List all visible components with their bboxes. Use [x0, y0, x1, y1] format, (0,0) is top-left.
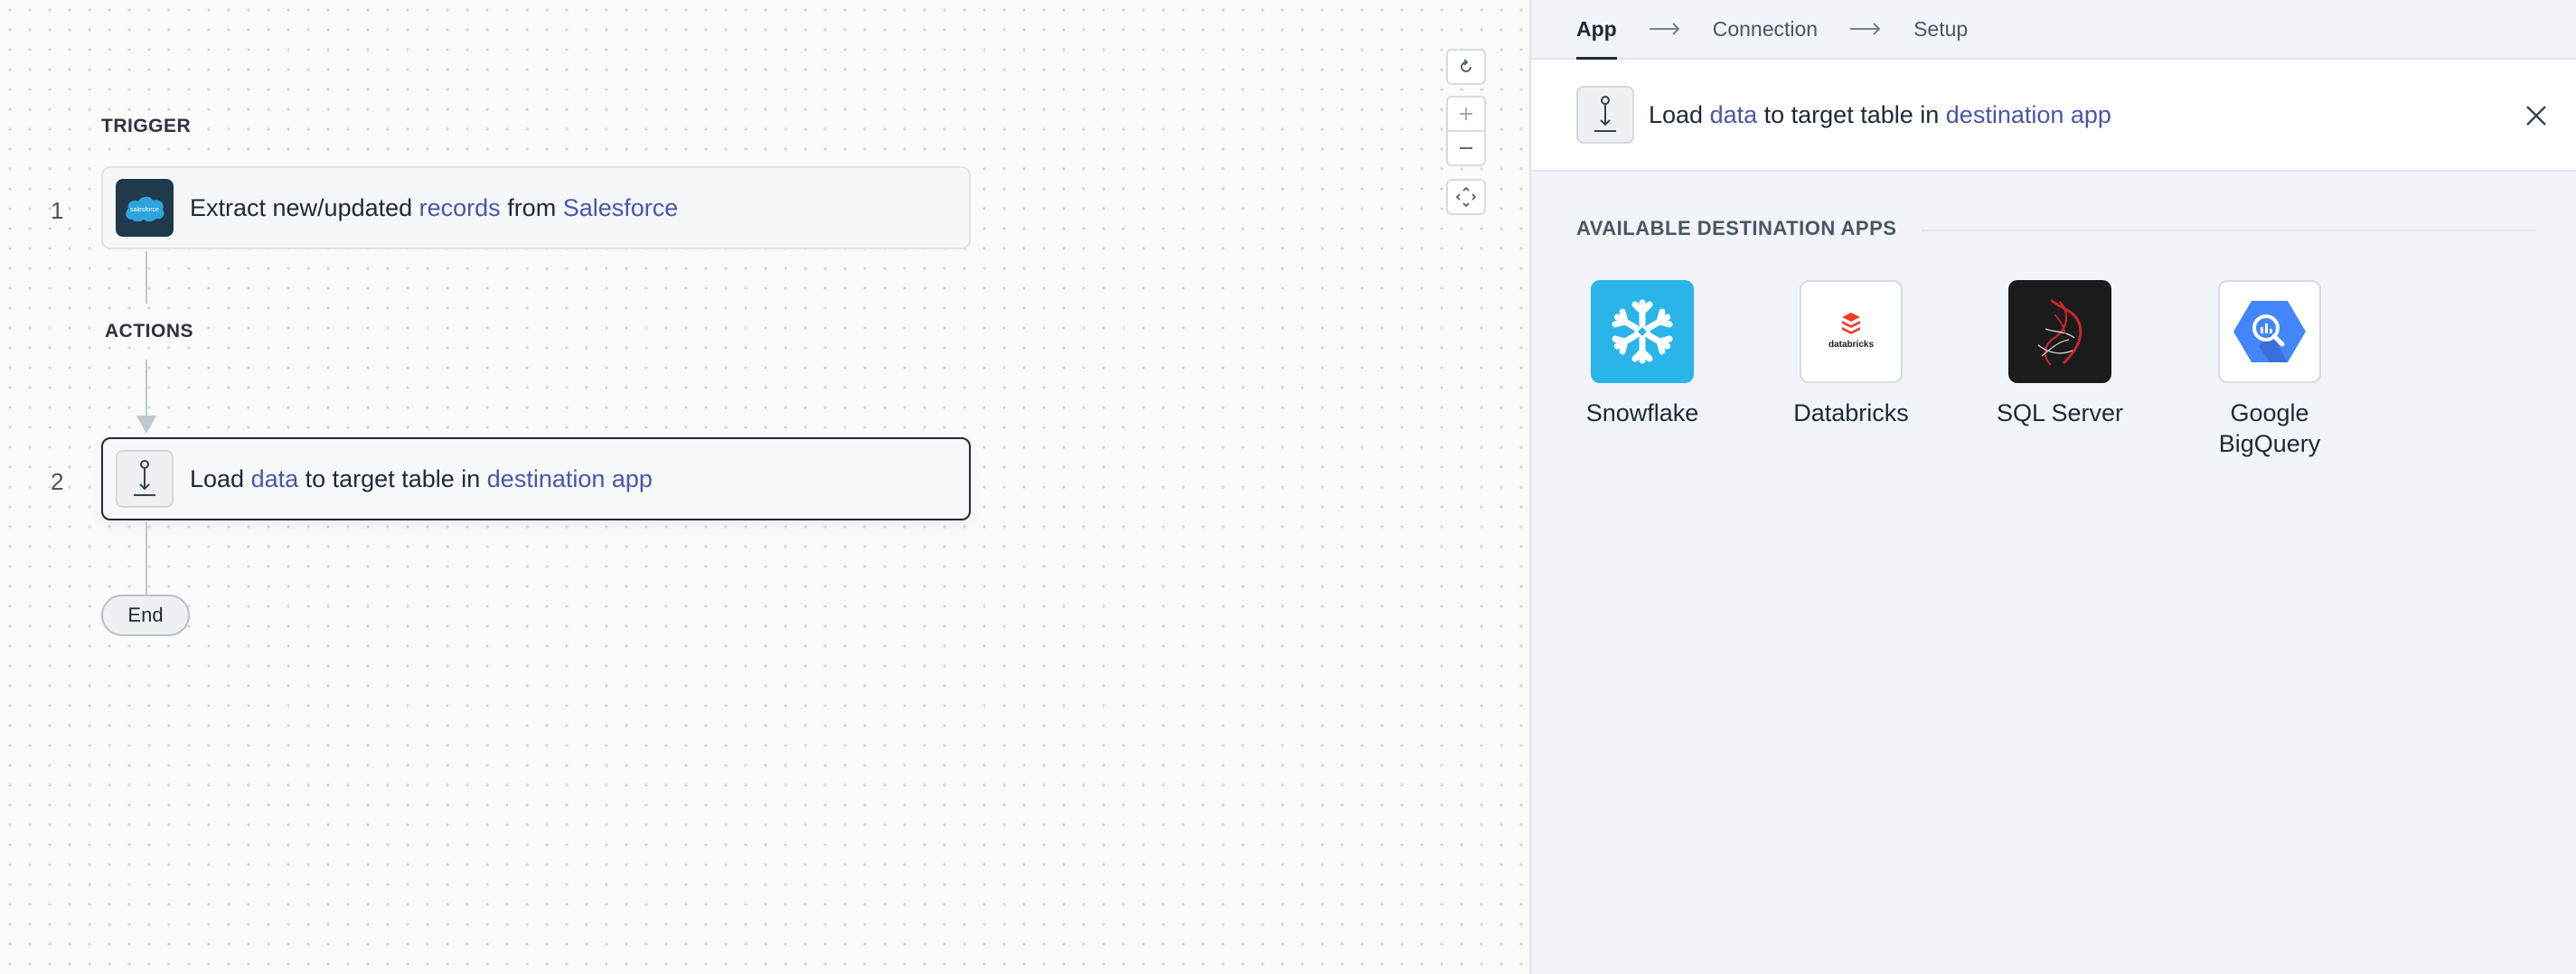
fit-view-icon [1456, 187, 1476, 207]
zoom-out-icon [1460, 147, 1472, 149]
trigger-step-card[interactable]: salesforce Extract new/updated records f… [101, 166, 971, 249]
step-number-1: 1 [51, 197, 64, 224]
connector-line [146, 522, 147, 595]
connector-line [146, 251, 147, 304]
wizard-step-app[interactable]: App [1576, 0, 1617, 61]
actions-label: ACTIONS [105, 321, 193, 342]
app-tile-sql-server[interactable]: SQL Server [1983, 280, 2137, 428]
action-step-text: Load data to target table in destination… [190, 464, 653, 492]
action-step-card[interactable]: Load data to target table in destination… [101, 437, 971, 520]
salesforce-logo-text: salesforce [130, 207, 159, 213]
reset-view-button[interactable] [1446, 49, 1486, 85]
destination-app-link[interactable]: destination app [487, 465, 653, 492]
salesforce-icon: salesforce [116, 179, 174, 237]
trigger-step-text: Extract new/updated records from Salesfo… [190, 193, 679, 221]
workflow-canvas[interactable]: TRIGGER 1 salesforce Extract new/updated… [0, 0, 1529, 974]
zoom-out-button[interactable] [1446, 130, 1486, 166]
available-apps-label: AVAILABLE DESTINATION APPS [1576, 217, 1897, 239]
close-icon [2526, 106, 2546, 126]
configuration-panel: App Connection Setup Load data to target… [1529, 0, 2576, 974]
panel-title: Load data to target table in destination… [1649, 100, 2111, 128]
connector-line [146, 360, 147, 417]
end-node[interactable]: End [101, 595, 190, 636]
load-icon [1576, 86, 1634, 144]
app-name: Databricks [1793, 399, 1909, 426]
destination-app-link[interactable]: destination app [1946, 101, 2111, 128]
reset-icon [1461, 59, 1471, 72]
data-link[interactable]: data [251, 465, 299, 492]
divider [1922, 229, 2536, 231]
fit-view-button[interactable] [1446, 179, 1486, 215]
snowflake-icon [1591, 280, 1694, 383]
arrow-right-icon [1850, 23, 1881, 35]
zoom-in-button[interactable] [1446, 96, 1486, 132]
app-tile-databricks[interactable]: databricks Databricks [1774, 280, 1928, 428]
app-tile-bigquery[interactable]: Google BigQuery [2193, 280, 2346, 459]
step-number-2: 2 [51, 468, 64, 495]
arrow-right-icon [1649, 23, 1680, 35]
panel-header: Load data to target table in destination… [1531, 60, 2576, 172]
data-link[interactable]: data [1710, 101, 1758, 128]
bigquery-icon [2218, 280, 2321, 383]
app-tile-snowflake[interactable]: Snowflake [1565, 280, 1719, 428]
app-name: Snowflake [1585, 399, 1699, 426]
trigger-label: TRIGGER [101, 116, 192, 136]
zoom-in-icon [1460, 108, 1472, 120]
app-name: Google BigQuery [2218, 399, 2321, 457]
databricks-icon: databricks [1800, 280, 1903, 383]
wizard-steps: App Connection Setup [1531, 0, 2576, 61]
records-link[interactable]: records [419, 194, 501, 221]
databricks-logo-text: databricks [1829, 340, 1874, 350]
wizard-step-setup[interactable]: Setup [1913, 0, 1968, 59]
salesforce-link[interactable]: Salesforce [563, 194, 679, 221]
wizard-step-connection[interactable]: Connection [1713, 0, 1818, 59]
close-panel-button[interactable] [2520, 99, 2552, 132]
load-icon [116, 450, 174, 508]
connector-arrow-icon [136, 416, 156, 434]
app-name: SQL Server [1996, 399, 2124, 426]
sql-server-icon [2008, 280, 2111, 383]
